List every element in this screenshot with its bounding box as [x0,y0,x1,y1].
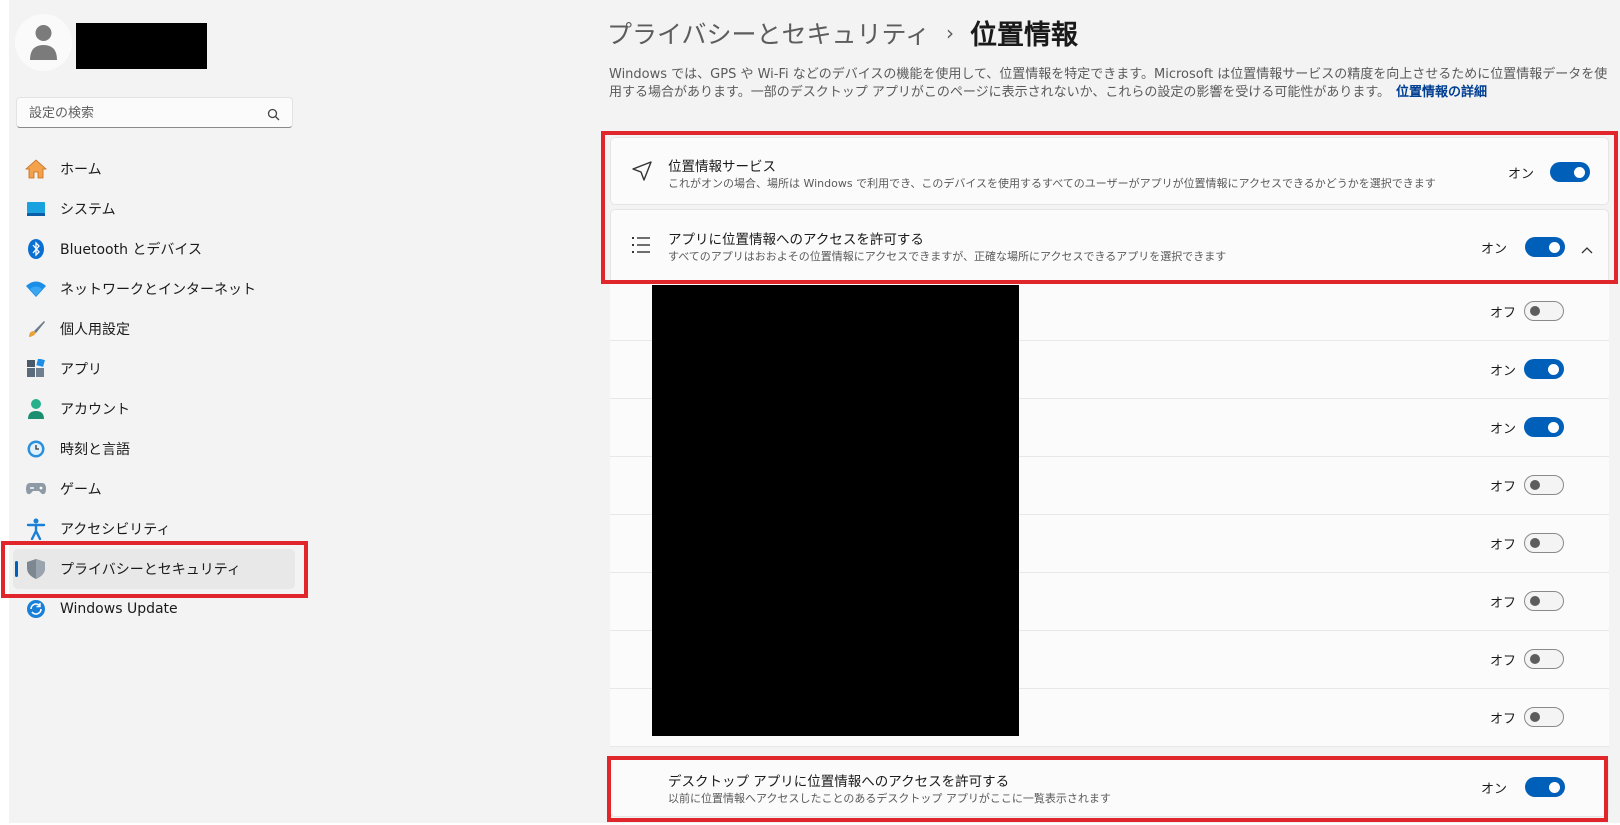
location-services-card: 位置情報サービス これがオンの場合、場所は Windows で利用でき、このデバ… [610,137,1609,205]
app-row-toggle[interactable] [1524,649,1564,669]
sidebar-item-label: ネットワークとインターネット [60,282,256,298]
app-row-toggle[interactable] [1524,301,1564,321]
app-row-state: オン [1489,364,1516,379]
app-row-toggle[interactable] [1524,707,1564,727]
sidebar-item-bluetooth[interactable]: Bluetooth とデバイス [13,229,295,269]
list-icon [631,235,651,259]
sidebar-item-label: 個人用設定 [60,322,130,338]
chevron-right-icon: › [946,20,955,45]
app-row-state: オフ [1489,306,1516,321]
app-location-access-toggle[interactable] [1525,237,1565,257]
desktop-app-access-subtitle: 以前に位置情報へアクセスしたことのあるデスクトップ アプリがここに一覧表示されま… [668,792,1111,805]
windows-update-icon [24,597,48,621]
paintbrush-icon [24,317,48,341]
sidebar-item-personalization[interactable]: 個人用設定 [13,309,295,349]
sidebar-item-label: 時刻と言語 [60,442,130,458]
sidebar-item-label: ゲーム [60,482,102,498]
redacted-app-names [652,285,1019,736]
app-row-state: オフ [1489,480,1516,495]
sidebar-item-label: Bluetooth とデバイス [60,242,202,258]
location-services-title: 位置情報サービス [668,159,776,175]
desktop-app-access-title: デスクトップ アプリに位置情報へのアクセスを許可する [668,774,1010,790]
sidebar-nav: ホーム システム Bluetooth とデバイス ネットワークとインターネット … [13,149,295,629]
chevron-up-icon[interactable] [1581,239,1593,258]
search-icon[interactable] [267,106,280,125]
app-row-state: オン [1489,422,1516,437]
apps-icon [24,357,48,381]
breadcrumb: プライバシーとセキュリティ › 位置情報 [607,13,1078,52]
app-row-state: オフ [1489,654,1516,669]
redacted-user-name [76,23,207,69]
sidebar-item-label: ホーム [60,162,102,178]
settings-search-box[interactable] [16,97,293,129]
sidebar-item-gaming[interactable]: ゲーム [13,469,295,509]
learn-more-link[interactable]: 位置情報の詳細 [1396,85,1487,100]
app-location-access-title: アプリに位置情報へのアクセスを許可する [668,232,924,248]
account-icon [24,397,48,421]
bluetooth-icon [24,237,48,261]
sidebar-item-accounts[interactable]: アカウント [13,389,295,429]
page-description: Windows では、GPS や Wi-Fi などのデバイスの機能を使用して、位… [609,66,1609,102]
gamepad-icon [24,477,48,501]
navigation-arrow-icon [631,160,653,186]
accessibility-icon [24,517,48,541]
sidebar-item-windows-update[interactable]: Windows Update [13,589,295,629]
sidebar-item-network[interactable]: ネットワークとインターネット [13,269,295,309]
time-language-icon [24,437,48,461]
sidebar-item-apps[interactable]: アプリ [13,349,295,389]
sidebar-item-system[interactable]: システム [13,189,295,229]
sidebar-item-home[interactable]: ホーム [13,149,295,189]
sidebar-item-time-language[interactable]: 時刻と言語 [13,429,295,469]
page-title: 位置情報 [970,20,1079,51]
user-avatar[interactable] [15,14,72,71]
sidebar-item-accessibility[interactable]: アクセシビリティ [13,509,295,549]
sidebar-item-label: Windows Update [60,601,178,617]
location-services-state: オン [1507,167,1534,182]
app-row-state: オフ [1489,538,1516,553]
sidebar-item-label: アプリ [60,362,102,378]
sidebar-item-label: アカウント [60,402,130,418]
search-input[interactable] [27,98,261,129]
app-location-access-card[interactable]: アプリに位置情報へのアクセスを許可する すべてのアプリはおおよその位置情報にアク… [610,209,1609,281]
app-location-access-subtitle: すべてのアプリはおおよその位置情報にアクセスできますが、正確な場所にアクセスでき… [668,250,1227,263]
breadcrumb-parent-link[interactable]: プライバシーとセキュリティ [607,15,930,51]
sidebar-item-privacy-security[interactable]: プライバシーとセキュリティ [13,549,295,589]
location-services-subtitle: これがオンの場合、場所は Windows で利用でき、このデバイスを使用するすべ… [668,177,1436,190]
desktop-app-access-state: オン [1480,782,1507,797]
app-location-access-state: オン [1480,242,1507,257]
system-icon [24,197,48,221]
location-services-toggle[interactable] [1550,162,1590,182]
app-row-toggle[interactable] [1524,591,1564,611]
sidebar-item-label: アクセシビリティ [60,522,171,538]
desktop-app-access-toggle[interactable] [1525,777,1565,797]
wifi-icon [24,277,48,301]
desktop-app-access-card: デスクトップ アプリに位置情報へのアクセスを許可する 以前に位置情報へアクセスし… [610,757,1609,817]
app-row-toggle[interactable] [1524,533,1564,553]
app-row-toggle[interactable] [1524,359,1564,379]
shield-icon [24,557,48,581]
sidebar-item-label: システム [60,202,116,218]
app-row-state: オフ [1489,596,1516,611]
home-icon [24,157,48,181]
app-row-state: オフ [1489,712,1516,727]
app-row-toggle[interactable] [1524,417,1564,437]
app-row-toggle[interactable] [1524,475,1564,495]
sidebar-item-label: プライバシーとセキュリティ [60,562,241,578]
